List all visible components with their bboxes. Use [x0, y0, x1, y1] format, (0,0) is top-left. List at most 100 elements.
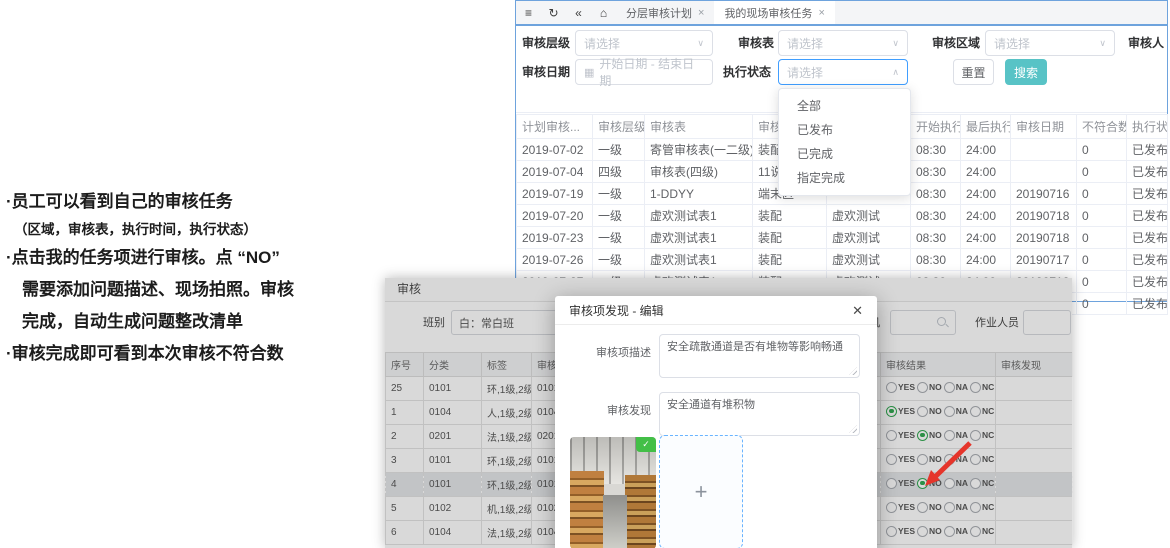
- radio-option-yes[interactable]: YES: [886, 382, 915, 393]
- cell: 2019-07-04: [517, 161, 593, 183]
- collapse-icon[interactable]: «: [566, 1, 591, 24]
- radio-icon[interactable]: [917, 526, 928, 537]
- task-row[interactable]: 2019-07-26一级虚欢测试表1装配虚欢测试08:3024:00201907…: [517, 249, 1168, 271]
- radio-icon[interactable]: [886, 502, 897, 513]
- radio-icon[interactable]: [970, 526, 981, 537]
- search-button[interactable]: 搜索: [1005, 59, 1047, 85]
- cell: 2019-07-26: [517, 249, 593, 271]
- radio-icon[interactable]: [970, 502, 981, 513]
- cell: 20190716: [1011, 183, 1077, 205]
- level-select[interactable]: 请选择 ∨: [575, 30, 713, 56]
- radio-option-nc[interactable]: NC: [970, 526, 994, 537]
- radio-option-no[interactable]: NO: [917, 382, 942, 393]
- cell: 4: [386, 473, 424, 497]
- radio-option-yes[interactable]: YES: [886, 502, 915, 513]
- radio-option-no[interactable]: NO: [917, 478, 942, 489]
- site-photo-thumbnail[interactable]: ✓: [570, 437, 656, 548]
- radio-option-nc[interactable]: NC: [970, 502, 994, 513]
- radio-option-nc[interactable]: NC: [970, 454, 994, 465]
- reset-button[interactable]: 重置: [953, 59, 994, 85]
- radio-option-yes[interactable]: YES: [886, 478, 915, 489]
- radio-option-na[interactable]: NA: [944, 454, 968, 465]
- radio-option-nc[interactable]: NC: [970, 382, 994, 393]
- close-icon[interactable]: ✕: [852, 304, 863, 317]
- radio-option-na[interactable]: NA: [944, 406, 968, 417]
- resize-handle-icon[interactable]: [849, 367, 857, 375]
- dropdown-option[interactable]: 指定完成: [779, 166, 910, 190]
- radio-icon[interactable]: [917, 502, 928, 513]
- radio-icon[interactable]: [970, 478, 981, 489]
- radio-icon[interactable]: [970, 382, 981, 393]
- radio-option-na[interactable]: NA: [944, 502, 968, 513]
- radio-option-nc[interactable]: NC: [970, 478, 994, 489]
- radio-icon[interactable]: [970, 430, 981, 441]
- resize-handle-icon[interactable]: [849, 425, 857, 433]
- menu-icon[interactable]: ≡: [516, 1, 541, 24]
- radio-option-na[interactable]: NA: [944, 430, 968, 441]
- radio-icon[interactable]: [886, 478, 897, 489]
- cell: 已发布: [1127, 161, 1168, 183]
- radio-option-no[interactable]: NO: [917, 502, 942, 513]
- radio-label: NA: [956, 430, 968, 440]
- dropdown-option[interactable]: 已发布: [779, 118, 910, 142]
- status-dropdown: 全部已发布已完成指定完成: [778, 88, 911, 196]
- status-select[interactable]: 请选择 ∧: [778, 59, 908, 85]
- radio-option-yes[interactable]: YES: [886, 406, 915, 417]
- radio-option-yes[interactable]: YES: [886, 526, 915, 537]
- radio-icon[interactable]: [944, 454, 955, 465]
- radio-icon[interactable]: [886, 430, 897, 441]
- radio-icon[interactable]: [944, 478, 955, 489]
- radio-icon[interactable]: [944, 430, 955, 441]
- worker-input[interactable]: [1023, 310, 1071, 335]
- region-select[interactable]: 请选择 ∨: [985, 30, 1115, 56]
- dropdown-option[interactable]: 全部: [779, 94, 910, 118]
- cell: 一级: [593, 249, 645, 271]
- radio-icon[interactable]: [944, 526, 955, 537]
- machine-search-input[interactable]: [890, 310, 956, 335]
- home-icon[interactable]: ⌂: [591, 1, 616, 24]
- task-row[interactable]: 2019-07-20一级虚欢测试表1装配虚欢测试08:3024:00201907…: [517, 205, 1168, 227]
- finding-textarea[interactable]: 安全通道有堆积物: [659, 392, 860, 436]
- radio-option-no[interactable]: NO: [917, 526, 942, 537]
- shift-input[interactable]: 白：常白班: [451, 310, 557, 335]
- radio-icon[interactable]: [944, 406, 955, 417]
- radio-icon[interactable]: [917, 430, 928, 441]
- radio-icon[interactable]: [917, 478, 928, 489]
- tab-my-site-audit-tasks[interactable]: 我的现场审核任务 ×: [714, 1, 834, 24]
- sheet-select[interactable]: 请选择 ∨: [778, 30, 908, 56]
- date-range-input[interactable]: ▦ 开始日期 - 结束日期: [575, 59, 713, 85]
- radio-icon[interactable]: [944, 382, 955, 393]
- task-row[interactable]: 2019-07-23一级虚欢测试表1装配虚欢测试08:3024:00201907…: [517, 227, 1168, 249]
- radio-icon[interactable]: [917, 454, 928, 465]
- close-icon[interactable]: ×: [698, 7, 704, 19]
- radio-icon[interactable]: [970, 406, 981, 417]
- radio-option-no[interactable]: NO: [917, 430, 942, 441]
- radio-icon[interactable]: [917, 406, 928, 417]
- radio-option-nc[interactable]: NC: [970, 406, 994, 417]
- radio-option-na[interactable]: NA: [944, 526, 968, 537]
- tab-audit-plan[interactable]: 分层审核计划 ×: [616, 1, 714, 24]
- photo-right-shelves: [625, 475, 656, 548]
- upload-photo-button[interactable]: +: [659, 435, 743, 548]
- radio-option-no[interactable]: NO: [917, 406, 942, 417]
- radio-option-yes[interactable]: YES: [886, 454, 915, 465]
- dropdown-option[interactable]: 已完成: [779, 142, 910, 166]
- radio-option-nc[interactable]: NC: [970, 430, 994, 441]
- close-icon[interactable]: ×: [818, 7, 824, 19]
- radio-icon[interactable]: [917, 382, 928, 393]
- radio-icon[interactable]: [886, 526, 897, 537]
- radio-option-na[interactable]: NA: [944, 478, 968, 489]
- radio-icon[interactable]: [886, 406, 897, 417]
- radio-option-na[interactable]: NA: [944, 382, 968, 393]
- item-desc-textarea[interactable]: 安全疏散通道是否有堆物等影响畅通: [659, 334, 860, 378]
- radio-icon[interactable]: [886, 382, 897, 393]
- radio-icon[interactable]: [970, 454, 981, 465]
- radio-icon[interactable]: [944, 502, 955, 513]
- radio-option-yes[interactable]: YES: [886, 430, 915, 441]
- cell: 装配: [753, 205, 827, 227]
- radio-label: NO: [929, 382, 942, 392]
- radio-option-no[interactable]: NO: [917, 454, 942, 465]
- radio-icon[interactable]: [886, 454, 897, 465]
- radio-label: NA: [956, 526, 968, 536]
- refresh-icon[interactable]: ↻: [541, 1, 566, 24]
